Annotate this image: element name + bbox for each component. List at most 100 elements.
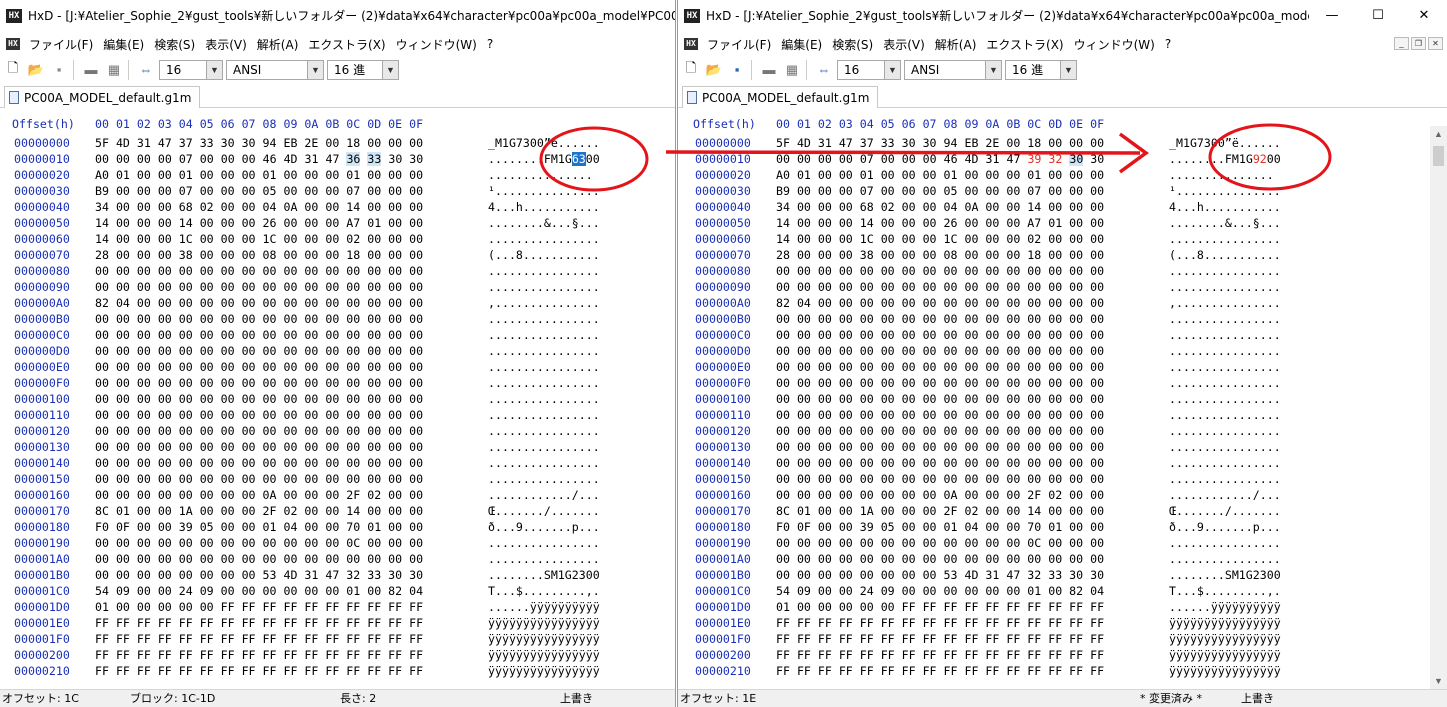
ascii-cell[interactable]: 9 xyxy=(1253,152,1260,166)
row-bytes[interactable]: 00 00 00 00 00 00 00 00 0A 00 00 00 2F 0… xyxy=(95,487,423,503)
menu-edit[interactable]: 編集(E) xyxy=(98,36,149,53)
row-ascii[interactable]: ................ xyxy=(488,231,600,247)
row-bytes[interactable]: 14 00 00 00 1C 00 00 00 1C 00 00 00 02 0… xyxy=(95,231,423,247)
ascii-cell[interactable]: . xyxy=(523,152,530,166)
menu-search[interactable]: 検索(S) xyxy=(149,36,200,53)
ascii-cell[interactable]: F xyxy=(1225,152,1232,166)
row-ascii[interactable]: ................ xyxy=(1169,439,1281,455)
row-ascii[interactable]: ÿÿÿÿÿÿÿÿÿÿÿÿÿÿÿÿ xyxy=(1169,647,1281,663)
row-bytes[interactable]: FF FF FF FF FF FF FF FF FF FF FF FF FF F… xyxy=(95,663,423,679)
ascii-cell[interactable]: . xyxy=(537,152,544,166)
row-bytes[interactable]: 00 00 00 00 00 00 00 00 00 00 00 00 00 0… xyxy=(95,359,423,375)
row-bytes[interactable]: 00 00 00 00 00 00 00 00 00 00 00 00 00 0… xyxy=(95,407,423,423)
byte-cell[interactable]: 4D xyxy=(284,152,298,166)
ascii-cell[interactable]: . xyxy=(1197,152,1204,166)
open-file-button[interactable]: 📂 xyxy=(26,60,46,80)
file-tab[interactable]: PC00A_MODEL_default.g1m xyxy=(682,86,879,108)
row-bytes[interactable]: FF FF FF FF FF FF FF FF FF FF FF FF FF F… xyxy=(776,647,1104,663)
open-ram-button[interactable]: ▦ xyxy=(782,60,802,80)
open-disk-button[interactable]: ▬ xyxy=(759,60,779,80)
row-ascii[interactable]: ¹............... xyxy=(1169,183,1281,199)
scrollbar-thumb[interactable] xyxy=(1433,146,1444,166)
menu-analysis[interactable]: 解析(A) xyxy=(930,36,982,53)
file-tab[interactable]: PC00A_MODEL_default.g1m xyxy=(4,86,201,108)
ascii-cell[interactable]: F xyxy=(544,152,551,166)
row-ascii[interactable]: _M1G7300”ë...... xyxy=(488,135,600,151)
byte-cell[interactable]: 36 xyxy=(346,152,361,166)
ascii-cell[interactable]: . xyxy=(516,152,523,166)
row-ascii[interactable]: ð...9.......p... xyxy=(488,519,600,535)
row-ascii[interactable]: ................ xyxy=(1169,423,1281,439)
row-bytes[interactable]: 00 00 00 00 07 00 00 00 46 4D 31 47 39 3… xyxy=(776,151,1104,167)
row-ascii[interactable]: ................ xyxy=(1169,551,1281,567)
row-bytes[interactable]: 14 00 00 00 14 00 00 00 26 00 00 00 A7 0… xyxy=(776,215,1104,231)
new-file-button[interactable]: 🗋 xyxy=(681,60,701,80)
row-ascii[interactable]: ............... xyxy=(488,167,593,183)
row-bytes[interactable]: 00 00 00 00 00 00 00 00 00 00 00 00 00 0… xyxy=(95,423,423,439)
row-ascii[interactable]: ................ xyxy=(488,375,600,391)
byte-cell[interactable]: 47 xyxy=(1006,152,1020,166)
row-bytes[interactable]: 00 00 00 00 00 00 00 00 00 00 00 00 00 0… xyxy=(776,407,1104,423)
byte-cell[interactable]: 00 xyxy=(95,152,109,166)
ascii-cell[interactable]: G xyxy=(1246,152,1253,166)
mdi-minimize-button[interactable]: _ xyxy=(1394,37,1409,50)
row-bytes[interactable]: 00 00 00 00 00 00 00 00 00 00 00 00 00 0… xyxy=(776,343,1104,359)
charset-select[interactable]: ANSI ▼ xyxy=(904,59,1002,80)
row-ascii[interactable]: ................ xyxy=(488,279,600,295)
ascii-cell[interactable]: 0 xyxy=(586,152,593,166)
byte-cell[interactable]: 39 xyxy=(1027,152,1041,166)
row-bytes[interactable]: FF FF FF FF FF FF FF FF FF FF FF FF FF F… xyxy=(776,631,1104,647)
row-bytes[interactable]: 5F 4D 31 47 37 33 30 30 94 EB 2E 00 18 0… xyxy=(776,135,1104,151)
row-ascii[interactable]: ........SM1G2300 xyxy=(488,567,600,583)
save-button[interactable]: ▪ xyxy=(727,60,747,80)
row-bytes[interactable]: FF FF FF FF FF FF FF FF FF FF FF FF FF F… xyxy=(776,663,1104,679)
ascii-cell[interactable]: 0 xyxy=(593,152,600,166)
maximize-button[interactable]: ☐ xyxy=(1355,0,1401,31)
byte-cell[interactable]: 46 xyxy=(263,152,277,166)
menu-file[interactable]: ファイル(F) xyxy=(24,36,98,53)
row-ascii[interactable]: ÿÿÿÿÿÿÿÿÿÿÿÿÿÿÿÿ xyxy=(1169,663,1281,679)
charset-select[interactable]: ANSI ▼ xyxy=(226,59,324,80)
row-ascii[interactable]: ,............... xyxy=(488,295,600,311)
menu-window[interactable]: ウィンドウ(W) xyxy=(391,36,482,53)
row-bytes[interactable]: 34 00 00 00 68 02 00 00 04 0A 00 00 14 0… xyxy=(776,199,1104,215)
row-bytes[interactable]: 00 00 00 00 00 00 00 00 00 00 00 00 00 0… xyxy=(776,327,1104,343)
row-bytes[interactable]: 00 00 00 00 00 00 00 00 00 00 00 00 0C 0… xyxy=(776,535,1104,551)
scroll-down-icon[interactable]: ▼ xyxy=(1430,673,1447,689)
row-bytes[interactable]: 00 00 00 00 00 00 00 00 00 00 00 00 00 0… xyxy=(776,471,1104,487)
row-bytes[interactable]: 00 00 00 00 00 00 00 00 00 00 00 00 00 0… xyxy=(776,311,1104,327)
ascii-cell[interactable]: 2 xyxy=(1260,152,1267,166)
row-ascii[interactable]: ......ÿÿÿÿÿÿÿÿÿÿ xyxy=(488,599,600,615)
row-ascii[interactable]: ................ xyxy=(488,311,600,327)
row-ascii[interactable]: Œ......./....... xyxy=(488,503,600,519)
row-ascii[interactable]: ................ xyxy=(1169,407,1281,423)
row-bytes[interactable]: 00 00 00 00 00 00 00 00 00 00 00 00 00 0… xyxy=(95,455,423,471)
row-bytes[interactable]: 5F 4D 31 47 37 33 30 30 94 EB 2E 00 18 0… xyxy=(95,135,423,151)
row-bytes[interactable]: 00 00 00 00 00 00 00 00 00 00 00 00 00 0… xyxy=(776,359,1104,375)
row-ascii[interactable]: ð...9.......p... xyxy=(1169,519,1281,535)
byte-cell[interactable]: 00 xyxy=(158,152,172,166)
ascii-cell[interactable]: M xyxy=(1232,152,1239,166)
row-ascii[interactable]: T...$.........,. xyxy=(1169,583,1281,599)
mdi-restore-button[interactable]: ❐ xyxy=(1411,37,1426,50)
document-menu-icon[interactable]: HX xyxy=(6,38,20,50)
ascii-cell[interactable]: 0 xyxy=(1267,152,1274,166)
row-ascii[interactable]: (...8........... xyxy=(488,247,600,263)
row-bytes[interactable]: 00 00 00 00 00 00 00 00 00 00 00 00 00 0… xyxy=(776,455,1104,471)
row-bytes[interactable]: 00 00 00 00 00 00 00 00 00 00 00 00 00 0… xyxy=(95,343,423,359)
row-ascii[interactable]: ................ xyxy=(488,551,600,567)
ascii-cell[interactable]: . xyxy=(1204,152,1211,166)
hex-editor-view[interactable]: Offset(h) 00 01 02 03 04 05 06 07 08 09 … xyxy=(0,110,675,689)
row-ascii[interactable]: ........SM1G2300 xyxy=(1169,567,1281,583)
row-bytes[interactable]: 82 04 00 00 00 00 00 00 00 00 00 00 00 0… xyxy=(95,295,423,311)
row-bytes[interactable]: 00 00 00 00 00 00 00 00 00 00 00 00 00 0… xyxy=(776,279,1104,295)
row-bytes[interactable]: 01 00 00 00 00 00 FF FF FF FF FF FF FF F… xyxy=(776,599,1104,615)
vertical-scrollbar[interactable]: ▲ ▼ xyxy=(1430,126,1447,689)
byte-cell[interactable]: 31 xyxy=(986,152,1000,166)
minimize-button[interactable]: — xyxy=(1309,0,1355,31)
ascii-cell[interactable]: 1 xyxy=(1239,152,1246,166)
row-bytes[interactable]: 00 00 00 00 00 00 00 00 00 00 00 00 00 0… xyxy=(95,391,423,407)
menu-help[interactable]: ? xyxy=(482,37,498,51)
ascii-cell[interactable]: . xyxy=(1211,152,1218,166)
row-ascii[interactable]: ................ xyxy=(1169,375,1281,391)
